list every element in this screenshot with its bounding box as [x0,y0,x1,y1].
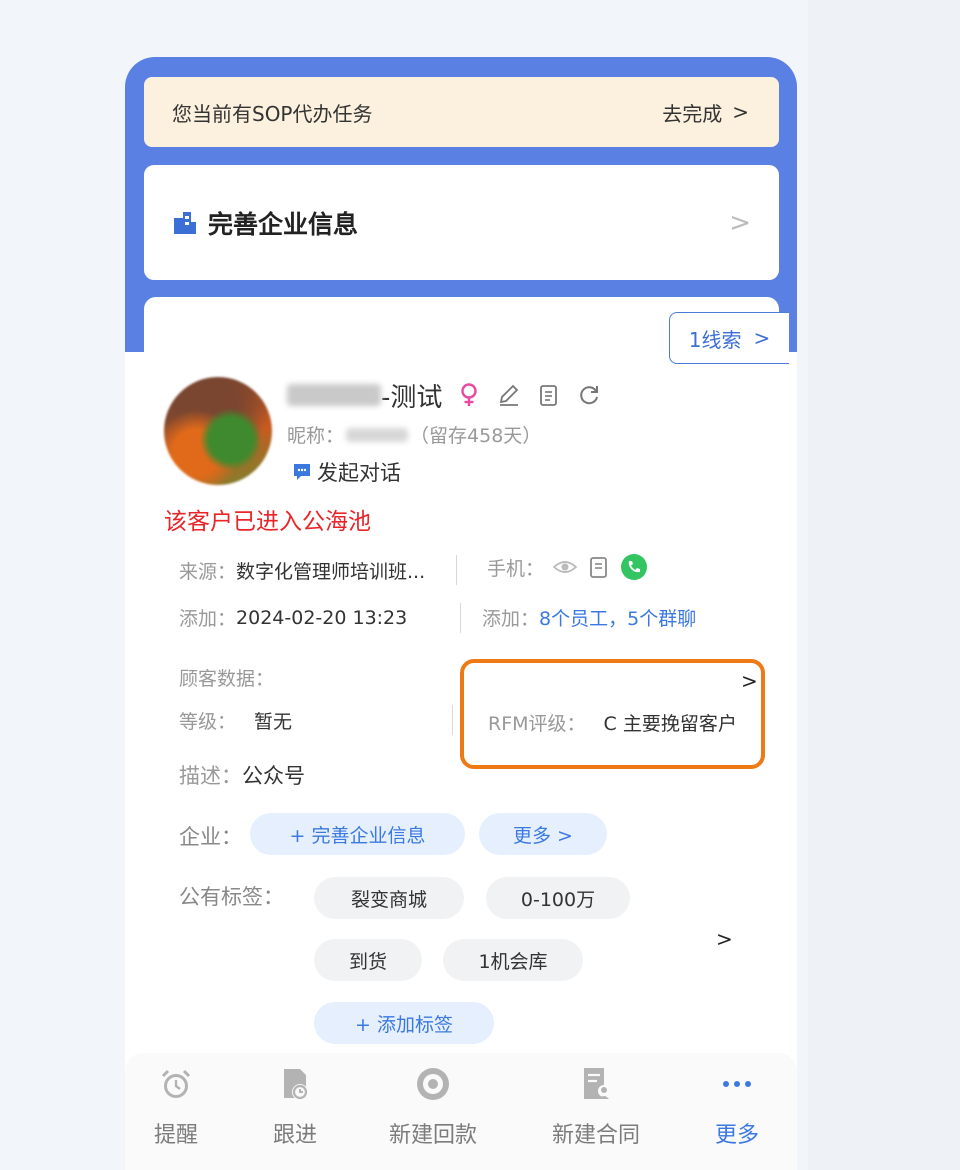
source-label: 来源： [179,561,237,583]
public-pool-alert: 该客户已进入公海池 [164,509,371,535]
sop-complete-label: 去完成 [662,101,723,126]
bottom-action-bar: 提醒 跟进 新建回款 新建合同 更多 [125,1053,797,1170]
customer-name-row: -测试 [287,377,602,413]
female-icon [461,383,478,406]
retention-days: （留存458天） [410,425,542,447]
chevron-right-icon[interactable]: > [741,669,758,693]
tab-new-contract[interactable]: 新建合同 [552,1065,640,1149]
description-label: 描述： [179,764,242,788]
source-row: 来源： 数字化管理师培训班... [179,557,425,584]
copy-icon[interactable] [586,554,612,580]
tab-label: 跟进 [273,1123,318,1148]
added-by-value[interactable]: 8个员工，5个群聊 [539,604,696,631]
phone-call-icon[interactable] [620,553,648,581]
complete-enterprise-card[interactable]: 完善企业信息 > [144,165,779,280]
rfm-row[interactable]: RFM评级： C 主要挽留客户 [488,709,737,736]
tab-label: 更多 [715,1123,760,1148]
customer-data-label: 顾客数据： [179,664,274,691]
divider [456,555,457,585]
enterprise-card-title: 完善企业信息 [208,209,359,239]
lead-button-label: 1线索 [688,327,742,352]
copy-icon[interactable] [536,382,562,408]
customer-detail-card: 1线索 > -测试 昵称： （留存458天） 发起对话 该客户已进入公海池 来源… [144,297,789,1170]
nickname-row: 昵称： （留存458天） [287,421,541,448]
rfm-label: RFM评级： [488,713,586,735]
chat-bubble-icon [294,464,310,480]
chevron-right-icon: > [729,207,751,238]
lead-button[interactable]: 1线索 > [669,312,789,364]
avatar[interactable] [164,377,272,485]
customer-name-redacted [287,384,381,406]
sop-complete-link[interactable]: 去完成 > [662,98,749,127]
complete-enterprise-button[interactable]: + 完善企业信息 [250,813,465,855]
chevron-right-icon[interactable]: > [716,927,733,951]
added-time: 2024-02-20 13:23 [236,606,408,629]
customer-name: -测试 [381,382,443,413]
more-dots-icon [723,1081,751,1087]
background-strip [808,0,960,1170]
tab-label: 提醒 [154,1123,199,1148]
contract-icon [584,1068,610,1099]
tab-new-payment[interactable]: 新建回款 [389,1065,477,1149]
grade-row: 等级： 暂无 [179,707,292,734]
divider [452,705,453,735]
followup-icon [284,1069,308,1100]
start-chat-label: 发起对话 [317,461,401,485]
tab-more[interactable]: 更多 [715,1065,759,1149]
phone-label: 手机： [487,557,545,580]
grade-value: 暂无 [254,711,293,733]
tab-reminder[interactable]: 提醒 [154,1065,198,1149]
divider [460,603,461,633]
tag-chip[interactable]: 1机会库 [443,939,583,981]
phone-row: 手机： [487,553,648,581]
sop-task-banner[interactable]: 您当前有SOP代办任务 去完成 > [144,77,779,147]
public-tags-label: 公有标签： [179,881,284,911]
nickname-label: 昵称： [287,425,345,447]
added-by-label: 添加： [482,608,540,630]
grade-label: 等级： [179,711,237,733]
refresh-icon[interactable] [576,382,602,408]
tag-chip[interactable]: 裂变商城 [314,877,464,919]
rfm-value: C 主要挽留客户 [603,713,737,735]
edit-icon[interactable] [496,382,522,408]
phone-screen: 您当前有SOP代办任务 去完成 > 完善企业信息 > 1线索 > -测试 昵称：… [125,57,797,1170]
start-chat-link[interactable]: 发起对话 [291,457,401,487]
nickname-redacted [346,427,409,442]
more-enterprise-button[interactable]: 更多 > [479,813,607,855]
tab-followup[interactable]: 跟进 [273,1065,317,1149]
tab-label: 新建合同 [552,1123,641,1148]
added-time-row: 添加： 2024-02-20 13:23 [179,604,407,631]
enterprise-label: 企业： [179,825,242,849]
source-value: 数字化管理师培训班... [236,561,426,583]
payment-icon [417,1068,449,1100]
chevron-right-icon: > [753,326,771,350]
added-by-row[interactable]: 添加： 8个员工，5个群聊 [482,604,696,631]
chevron-right-icon: > [732,100,749,124]
tag-chip[interactable]: 到货 [314,939,422,981]
tab-label: 新建回款 [389,1123,478,1148]
customer-data-title: 顾客数据： [179,668,275,690]
description-value: 公众号 [242,764,305,788]
alarm-clock-icon [161,1069,191,1098]
tag-chip[interactable]: 0-100万 [486,877,630,919]
sop-banner-text: 您当前有SOP代办任务 [172,101,373,126]
enterprise-row-label: 企业： [179,821,242,851]
added-label: 添加： [179,608,237,630]
building-icon [174,211,196,234]
add-tag-button[interactable]: + 添加标签 [314,1002,494,1044]
tags-label: 公有标签： [179,885,284,909]
description-row: 描述： 公众号 [179,760,305,790]
eye-icon[interactable] [552,554,578,580]
